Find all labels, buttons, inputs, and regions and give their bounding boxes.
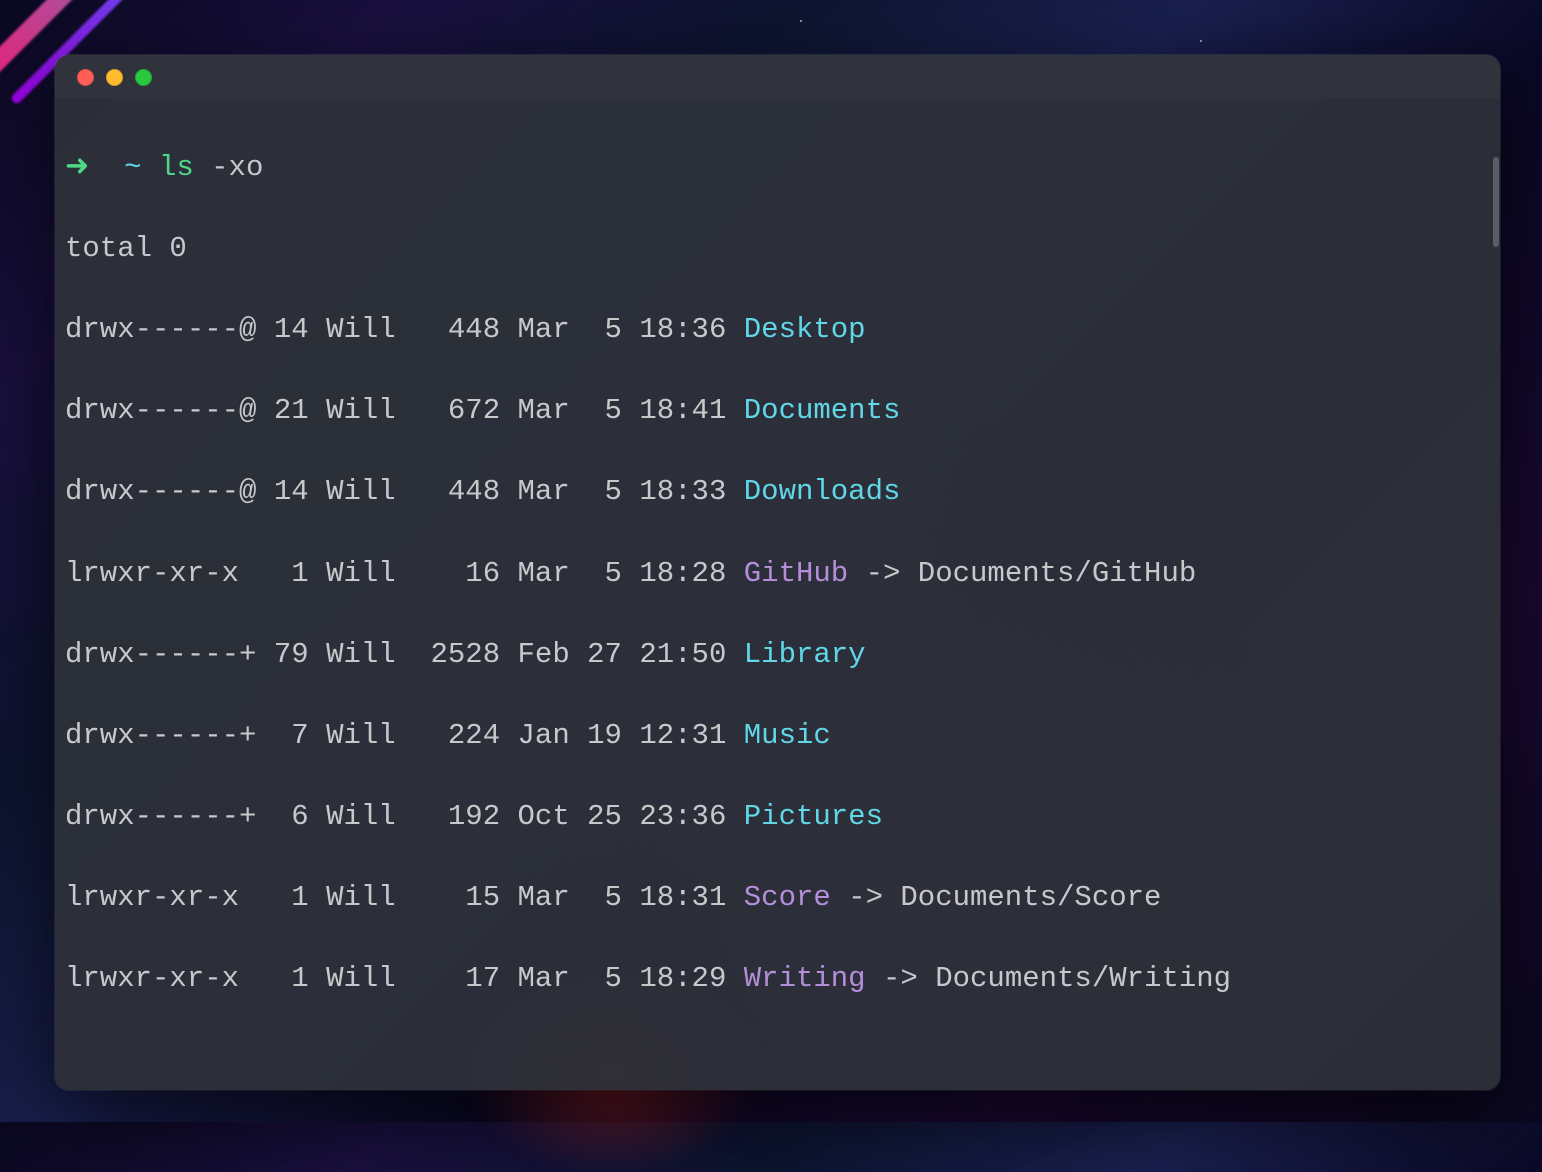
file-size: 448 xyxy=(413,313,500,346)
file-links: 6 xyxy=(274,800,309,833)
file-perms: lrwxr-xr-x xyxy=(65,881,256,914)
listing-row: drwx------+ 7 Will 224 Jan 19 12:31 Musi… xyxy=(65,716,1490,757)
file-date: Mar 5 18:29 xyxy=(518,962,727,995)
link-target: -> Documents/GitHub xyxy=(848,557,1196,590)
close-button[interactable] xyxy=(77,69,94,86)
file-date: Mar 5 18:31 xyxy=(518,881,727,914)
terminal-content[interactable]: ➜ ~ ls -xo total 0 drwx------@ 14 Will 4… xyxy=(55,99,1500,1090)
file-owner: Will xyxy=(326,638,396,671)
file-links: 7 xyxy=(274,719,309,752)
file-name: Documents xyxy=(744,394,901,427)
file-perms: drwx------+ xyxy=(65,719,256,752)
file-size: 672 xyxy=(413,394,500,427)
file-owner: Will xyxy=(326,800,396,833)
file-links: 1 xyxy=(274,557,309,590)
file-size: 16 xyxy=(413,557,500,590)
file-size: 448 xyxy=(413,475,500,508)
file-perms: drwx------+ xyxy=(65,800,256,833)
maximize-button[interactable] xyxy=(135,69,152,86)
command-flags: -xo xyxy=(211,151,263,184)
prompt-arrow-icon: ➜ xyxy=(65,1084,89,1090)
command: ls xyxy=(159,151,194,184)
file-perms: lrwxr-xr-x xyxy=(65,557,256,590)
file-date: Mar 5 18:41 xyxy=(518,394,727,427)
prompt-arrow-icon: ➜ xyxy=(65,151,89,184)
prompt-line-2: ➜ ~ xyxy=(65,1081,1490,1090)
file-date: Mar 5 18:36 xyxy=(518,313,727,346)
file-perms: lrwxr-xr-x xyxy=(65,962,256,995)
file-owner: Will xyxy=(326,962,396,995)
file-owner: Will xyxy=(326,881,396,914)
file-links: 1 xyxy=(274,962,309,995)
prompt-cwd: ~ xyxy=(124,1084,141,1090)
file-name: Desktop xyxy=(744,313,866,346)
file-links: 21 xyxy=(274,394,309,427)
link-target: -> Documents/Writing xyxy=(866,962,1231,995)
file-date: Jan 19 12:31 xyxy=(518,719,727,752)
file-date: Mar 5 18:33 xyxy=(518,475,727,508)
listing-row: drwx------@ 21 Will 672 Mar 5 18:41 Docu… xyxy=(65,391,1490,432)
listing-row: lrwxr-xr-x 1 Will 17 Mar 5 18:29 Writing… xyxy=(65,959,1490,1000)
file-name: Downloads xyxy=(744,475,901,508)
file-owner: Will xyxy=(326,557,396,590)
file-owner: Will xyxy=(326,719,396,752)
file-links: 79 xyxy=(274,638,309,671)
listing-row: drwx------@ 14 Will 448 Mar 5 18:33 Down… xyxy=(65,472,1490,513)
file-name: GitHub xyxy=(744,557,848,590)
file-name: Writing xyxy=(744,962,866,995)
total-line: total 0 xyxy=(65,229,1490,270)
window-titlebar[interactable] xyxy=(55,55,1500,99)
listing-row: lrwxr-xr-x 1 Will 16 Mar 5 18:28 GitHub … xyxy=(65,554,1490,595)
file-name: Score xyxy=(744,881,831,914)
file-date: Mar 5 18:28 xyxy=(518,557,727,590)
file-size: 2528 xyxy=(413,638,500,671)
file-perms: drwx------@ xyxy=(65,475,256,508)
prompt-line: ➜ ~ ls -xo xyxy=(65,148,1490,189)
listing-row: lrwxr-xr-x 1 Will 15 Mar 5 18:31 Score -… xyxy=(65,878,1490,919)
file-name: Music xyxy=(744,719,831,752)
listing-row: drwx------@ 14 Will 448 Mar 5 18:36 Desk… xyxy=(65,310,1490,351)
file-date: Feb 27 21:50 xyxy=(518,638,727,671)
file-perms: drwx------+ xyxy=(65,638,256,671)
file-links: 1 xyxy=(274,881,309,914)
minimize-button[interactable] xyxy=(106,69,123,86)
file-perms: drwx------@ xyxy=(65,313,256,346)
file-owner: Will xyxy=(326,394,396,427)
link-target: -> Documents/Score xyxy=(831,881,1162,914)
scrollbar[interactable] xyxy=(1493,157,1499,247)
file-name: Pictures xyxy=(744,800,883,833)
file-owner: Will xyxy=(326,475,396,508)
listing-row: drwx------+ 6 Will 192 Oct 25 23:36 Pict… xyxy=(65,797,1490,838)
file-perms: drwx------@ xyxy=(65,394,256,427)
file-links: 14 xyxy=(274,313,309,346)
terminal-window: ➜ ~ ls -xo total 0 drwx------@ 14 Will 4… xyxy=(55,55,1500,1090)
listing-row: drwx------+ 79 Will 2528 Feb 27 21:50 Li… xyxy=(65,635,1490,676)
file-size: 192 xyxy=(413,800,500,833)
file-links: 14 xyxy=(274,475,309,508)
file-date: Oct 25 23:36 xyxy=(518,800,727,833)
file-owner: Will xyxy=(326,313,396,346)
file-size: 15 xyxy=(413,881,500,914)
file-size: 17 xyxy=(413,962,500,995)
prompt-cwd: ~ xyxy=(124,151,141,184)
file-size: 224 xyxy=(413,719,500,752)
file-name: Library xyxy=(744,638,866,671)
